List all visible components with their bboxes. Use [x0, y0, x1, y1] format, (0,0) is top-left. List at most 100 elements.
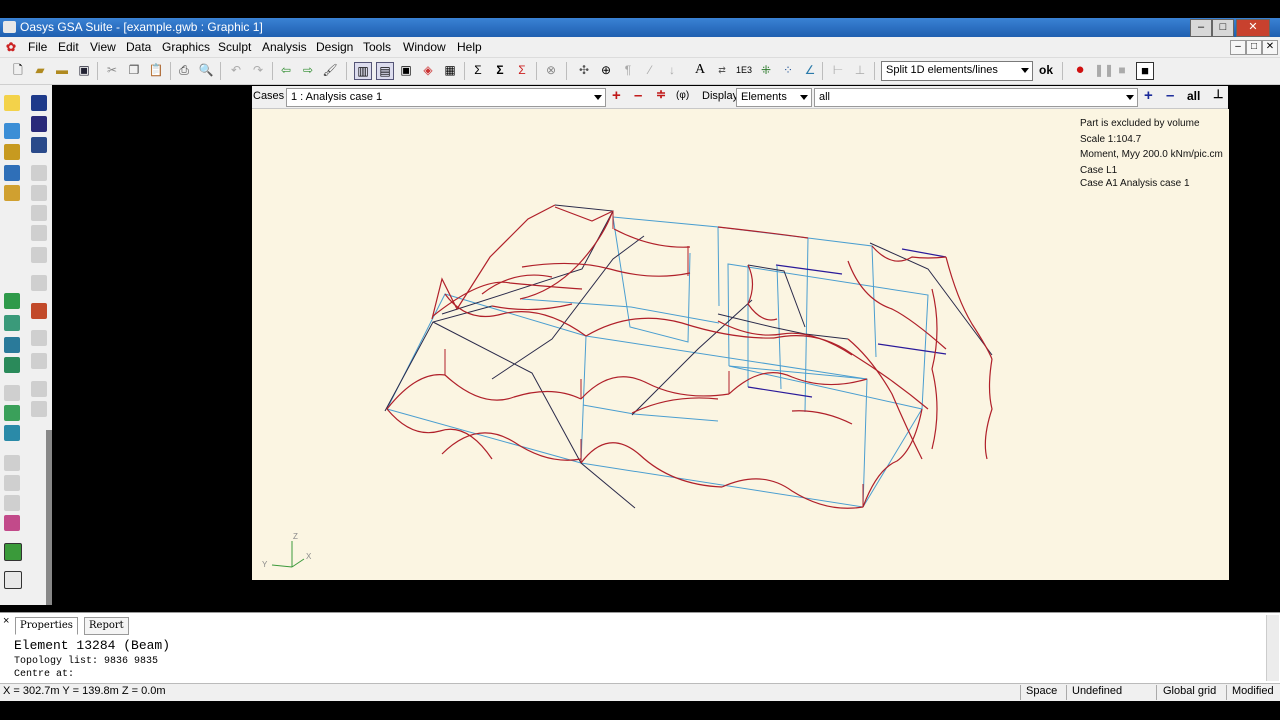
pencil-icon[interactable] — [4, 95, 20, 111]
sum-bold-icon[interactable]: Σ — [492, 62, 508, 78]
refresh-icon[interactable] — [4, 293, 20, 309]
mdi-minimize-button[interactable]: – — [1230, 40, 1246, 55]
result-icon[interactable] — [4, 515, 20, 531]
add-icon[interactable] — [31, 116, 47, 132]
mesh-icon[interactable] — [4, 337, 20, 353]
redo-icon[interactable]: ↷ — [250, 62, 266, 78]
menu-analysis[interactable]: Analysis — [262, 40, 307, 54]
dimension-icon[interactable]: ⇄ — [714, 62, 730, 78]
grey-tool-icon[interactable] — [31, 275, 47, 291]
node-icon[interactable] — [4, 123, 20, 139]
remove-filter-button[interactable]: – — [1166, 87, 1174, 104]
output-view-icon[interactable]: ▣ — [398, 62, 414, 78]
close-button[interactable]: ✕ — [1236, 19, 1270, 37]
graphic-view-icon[interactable]: ▤ — [376, 62, 394, 80]
load-icon[interactable] — [4, 185, 20, 201]
grey-tool-icon[interactable] — [31, 401, 47, 417]
zoom-icon[interactable] — [4, 315, 20, 331]
print-icon[interactable]: ⎙ — [176, 62, 192, 78]
grey-tool-icon[interactable] — [31, 225, 47, 241]
stop-record-icon[interactable]: ■ — [1136, 62, 1154, 80]
arrow-down-icon[interactable]: ↓ — [664, 62, 680, 78]
support-icon[interactable] — [4, 144, 20, 160]
menu-help[interactable]: Help — [457, 40, 482, 54]
section-icon[interactable] — [4, 425, 20, 441]
cut-icon[interactable]: ✂ — [104, 62, 120, 78]
grey-tool-icon[interactable] — [4, 385, 20, 401]
snap-grid-icon[interactable]: ⁘ — [780, 62, 796, 78]
deform-icon[interactable] — [4, 543, 22, 561]
grey-tool-icon[interactable] — [31, 205, 47, 221]
snap-icon[interactable]: ⁜ — [758, 62, 774, 78]
colour-icon[interactable]: ◈ — [420, 62, 436, 78]
grey-tool-icon[interactable] — [31, 247, 47, 263]
app-menu-icon[interactable]: ✿ — [6, 40, 16, 54]
all-button[interactable]: all — [1187, 89, 1200, 103]
menu-edit[interactable]: Edit — [58, 40, 79, 54]
element-icon[interactable] — [4, 165, 20, 181]
mdi-restore-button[interactable]: □ — [1246, 40, 1262, 55]
menu-sculpt[interactable]: Sculpt — [218, 40, 251, 54]
binoculars-icon[interactable]: ⊕ — [598, 62, 614, 78]
contour-icon[interactable] — [4, 357, 20, 373]
menu-design[interactable]: Design — [316, 40, 353, 54]
grey-tool-icon[interactable] — [31, 353, 47, 369]
label-icon[interactable]: ¶ — [620, 62, 636, 78]
play-icon[interactable]: ■ — [1114, 62, 1130, 78]
menu-data[interactable]: Data — [126, 40, 151, 54]
stop-icon[interactable]: ⊗ — [543, 62, 559, 78]
record-icon[interactable]: ● — [1072, 62, 1088, 78]
axis-icon[interactable]: ⁄ — [642, 62, 658, 78]
menu-file[interactable]: File — [28, 40, 47, 54]
select-cursor-icon[interactable] — [31, 95, 47, 111]
copy-icon[interactable]: ❐ — [126, 62, 142, 78]
sum-icon[interactable]: Σ — [470, 62, 486, 78]
print-preview-icon[interactable]: 🔍 — [198, 62, 214, 78]
grey-tool-icon[interactable] — [31, 330, 47, 346]
menu-graphics[interactable]: Graphics — [162, 40, 210, 54]
open-icon[interactable]: ▬ — [54, 62, 70, 78]
display-select[interactable]: Elements — [736, 88, 812, 107]
split-elements-select[interactable]: Split 1D elements/lines — [881, 61, 1033, 81]
cases-select[interactable]: 1 : Analysis case 1 — [286, 88, 606, 107]
filter-select[interactable]: all — [814, 88, 1138, 107]
grey-tool-icon[interactable] — [4, 455, 20, 471]
grey-tool-icon[interactable] — [4, 495, 20, 511]
panel-close-icon[interactable]: × — [3, 615, 9, 627]
add-filter-button[interactable]: + — [1144, 87, 1153, 104]
grey-tool-icon[interactable] — [31, 185, 47, 201]
diagram-icon[interactable] — [31, 303, 47, 319]
paste-icon[interactable]: 📋 — [148, 62, 164, 78]
save-icon[interactable]: ▣ — [76, 62, 92, 78]
tab-report[interactable]: Report — [84, 617, 129, 635]
report-icon[interactable]: ▦ — [442, 62, 458, 78]
case-list-icon[interactable]: ≑ — [656, 87, 666, 101]
minimize-button[interactable]: – — [1190, 19, 1212, 37]
add-case-button[interactable]: + — [612, 87, 621, 104]
menu-view[interactable]: View — [90, 40, 116, 54]
maximize-button[interactable]: □ — [1212, 19, 1234, 37]
open-folder-icon[interactable]: ▰ — [32, 62, 48, 78]
mdi-close-button[interactable]: ✕ — [1262, 40, 1278, 55]
tab-properties[interactable]: Properties — [15, 617, 78, 635]
shape-icon[interactable] — [4, 405, 20, 421]
grid-value-icon[interactable]: 1E3 — [734, 62, 754, 78]
stretch-icon[interactable]: ⊢ — [830, 62, 846, 78]
panel-scrollbar[interactable] — [1266, 615, 1279, 681]
remove-case-button[interactable]: – — [634, 87, 642, 104]
animate-icon[interactable]: (φ) — [676, 90, 689, 101]
extend-icon[interactable]: ⊥ — [852, 62, 868, 78]
grey-tool-icon[interactable] — [4, 475, 20, 491]
graphic-viewport[interactable]: Z X Y Part is excluded by volume Scale 1… — [252, 109, 1229, 580]
table-view-icon[interactable]: ▥ — [354, 62, 372, 80]
pin-icon[interactable]: ⊥ — [1213, 87, 1223, 101]
menu-window[interactable]: Window — [403, 40, 446, 54]
grey-tool-icon[interactable] — [31, 381, 47, 397]
pause-icon[interactable]: ❚❚ — [1094, 62, 1114, 78]
curve-icon[interactable] — [4, 571, 22, 589]
new-file-icon[interactable]: 🗋 — [10, 62, 26, 78]
grey-tool-icon[interactable] — [31, 165, 47, 181]
brush-icon[interactable]: 🖌 — [322, 62, 338, 78]
ok-button[interactable]: ok — [1036, 62, 1056, 78]
forward-arrow-icon[interactable]: ⇨ — [300, 62, 316, 78]
